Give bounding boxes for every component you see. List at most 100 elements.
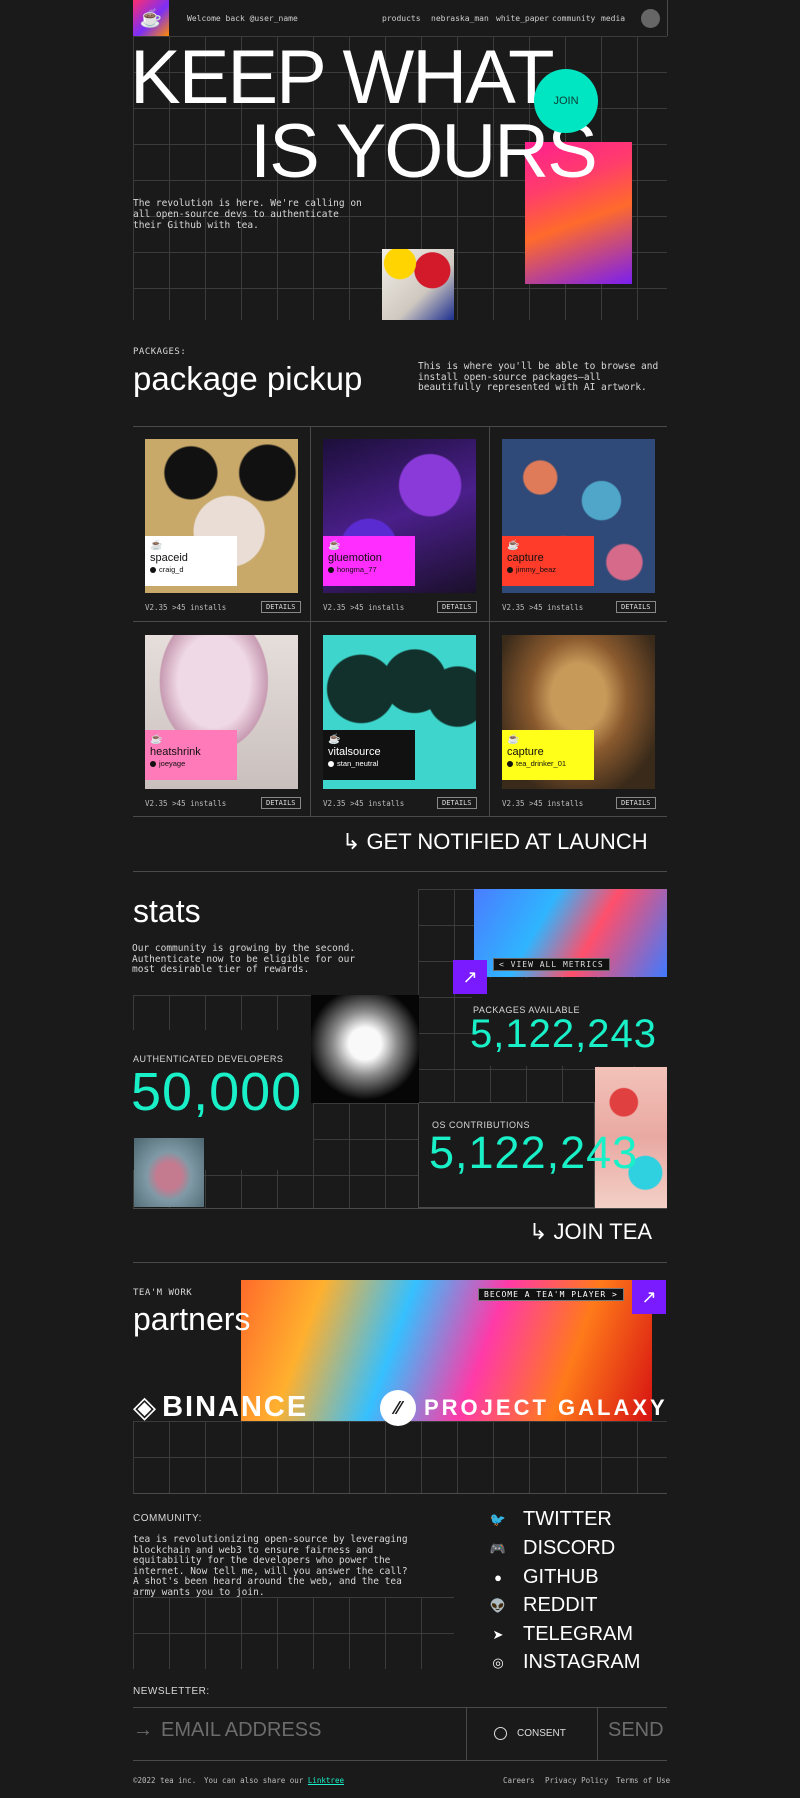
package-tag: ☕ capture jimmy_beaz [502, 536, 594, 586]
divider [310, 426, 311, 816]
package-card[interactable]: ☕ heatshrink joeyage [145, 635, 298, 789]
newsletter-label: NEWSLETTER: [133, 1686, 210, 1697]
package-name: vitalsource [328, 746, 381, 758]
linktree-link[interactable]: Linktree [308, 1776, 344, 1785]
page: ☕ Welcome back @user_name products nebra… [0, 0, 800, 1798]
author-dot-icon [507, 761, 513, 768]
binance-logo-text: BINANCE [162, 1391, 309, 1423]
divider [133, 621, 667, 622]
hero-artwork-small [382, 249, 454, 320]
package-tag: ☕ heatshrink joeyage [145, 730, 237, 780]
stats-text: Our community is growing by the second. … [132, 943, 356, 975]
author-dot-icon [150, 567, 156, 574]
galaxy-icon: ⁄⁄ [380, 1390, 416, 1426]
welcome-text: Welcome back @user_name [187, 14, 298, 23]
divider [133, 1262, 667, 1263]
social-discord-link[interactable]: 🎮 DISCORD [489, 1537, 615, 1560]
package-meta: V2.35 >45 installs [323, 799, 405, 808]
community-label: COMMUNITY: [133, 1513, 202, 1524]
tea-logo[interactable]: ☕ [133, 0, 169, 36]
divider [133, 871, 667, 872]
package-card[interactable]: ☕ capture tea_drinker_01 [502, 635, 655, 789]
details-button[interactable]: DETAILS [616, 797, 656, 809]
divider [133, 1208, 667, 1209]
social-reddit-link[interactable]: 👽 REDDIT [489, 1594, 598, 1617]
divider [133, 1493, 667, 1494]
reddit-icon: 👽 [489, 1597, 507, 1613]
consent-checkbox[interactable]: CONSENT [494, 1727, 566, 1740]
divider [489, 426, 490, 816]
divider [133, 1707, 667, 1708]
tea-cup-icon: ☕ [507, 540, 520, 551]
partners-label: TEA'M WORK [133, 1288, 193, 1298]
social-twitter-link[interactable]: 🐦 TWITTER [489, 1508, 612, 1531]
arrow-up-right-icon[interactable]: ↗ [632, 1280, 666, 1314]
details-button[interactable]: DETAILS [437, 797, 477, 809]
package-meta: V2.35 >45 installs [502, 603, 584, 612]
get-notified-button[interactable]: ↳ GET NOTIFIED AT LAUNCH [342, 829, 648, 855]
arrow-up-right-icon[interactable]: ↗ [453, 960, 487, 994]
email-placeholder: EMAIL ADDRESS [161, 1719, 322, 1741]
social-label: INSTAGRAM [523, 1651, 641, 1673]
footer-careers-link[interactable]: Careers [503, 1776, 535, 1785]
package-card[interactable]: ☕ gluemotion hongma_77 [323, 439, 476, 593]
package-card[interactable]: ☕ spaceid craig_d [145, 439, 298, 593]
social-label: TELEGRAM [523, 1623, 634, 1645]
email-input[interactable]: → EMAIL ADDRESS [133, 1719, 321, 1742]
package-tag: ☕ vitalsource stan_neutral [323, 730, 415, 780]
social-label: REDDIT [523, 1594, 598, 1616]
tea-cup-icon: ☕ [328, 540, 341, 551]
footer-privacy-link[interactable]: Privacy Policy [545, 1776, 608, 1785]
package-author: craig_d [159, 565, 184, 574]
package-tag: ☕ spaceid craig_d [145, 536, 237, 586]
social-github-link[interactable]: ● GITHUB [489, 1566, 599, 1589]
package-tag: ☕ gluemotion hongma_77 [323, 536, 415, 586]
nav-media[interactable]: media [601, 14, 625, 23]
package-author: stan_neutral [337, 759, 379, 768]
author-dot-icon [507, 567, 513, 574]
binance-logo[interactable]: ◈ BINANCE [133, 1390, 308, 1425]
tea-cup-icon: ☕ [328, 734, 341, 745]
footer-share: You can also share our Linktree [204, 1776, 344, 1785]
social-label: GITHUB [523, 1566, 599, 1588]
nav-white-paper[interactable]: white_paper [496, 14, 549, 23]
tea-cup-icon: ☕ [507, 734, 520, 745]
view-all-metrics-button[interactable]: < VIEW ALL METRICS [493, 958, 610, 971]
partners-title: partners [133, 1301, 251, 1337]
avatar[interactable] [641, 9, 660, 28]
package-author: hongma_77 [337, 565, 377, 574]
divider [466, 1707, 467, 1760]
details-button[interactable]: DETAILS [616, 601, 656, 613]
footer-terms-link[interactable]: Terms of Use [616, 1776, 670, 1785]
package-meta: V2.35 >45 installs [323, 603, 405, 612]
details-button[interactable]: DETAILS [261, 797, 301, 809]
package-meta: V2.35 >45 installs [145, 603, 227, 612]
community-text: tea is revolutionizing open-source by le… [133, 1534, 408, 1598]
copyright: ©2022 tea inc. [133, 1776, 197, 1785]
become-player-button[interactable]: BECOME A TEA'M PLAYER > [478, 1288, 624, 1301]
details-button[interactable]: DETAILS [437, 601, 477, 613]
divider [133, 1760, 667, 1761]
join-tea-button[interactable]: ↳ JOIN TEA [529, 1219, 652, 1245]
project-galaxy-logo[interactable]: ⁄⁄ PROJECT GALAXY [380, 1390, 668, 1426]
packages-title: package pickup [133, 360, 363, 397]
nav-products[interactable]: products [382, 14, 421, 23]
package-card[interactable]: ☕ vitalsource stan_neutral [323, 635, 476, 789]
telegram-icon: ➤ [492, 1626, 504, 1642]
details-button[interactable]: DETAILS [261, 601, 301, 613]
hero-headline-line2: IS YOURS [250, 109, 598, 194]
package-card[interactable]: ☕ capture jimmy_beaz [502, 439, 655, 593]
author-dot-icon [328, 761, 334, 768]
tea-cup-icon: ☕ [150, 540, 163, 551]
hero-headline-line1: KEEP WHAT [130, 35, 555, 120]
nav-community[interactable]: community [552, 14, 595, 23]
authenticated-devs-value: 50,000 [131, 1062, 303, 1122]
social-instagram-link[interactable]: ◎ INSTAGRAM [489, 1651, 640, 1674]
social-label: TWITTER [523, 1508, 612, 1530]
package-author: joeyage [159, 759, 186, 768]
nav-nebraska-man[interactable]: nebraska_man [431, 14, 489, 23]
send-button[interactable]: SEND [608, 1719, 664, 1742]
social-telegram-link[interactable]: ➤ TELEGRAM [489, 1623, 633, 1646]
author-dot-icon [150, 761, 156, 768]
join-button[interactable]: JOIN [534, 69, 598, 133]
